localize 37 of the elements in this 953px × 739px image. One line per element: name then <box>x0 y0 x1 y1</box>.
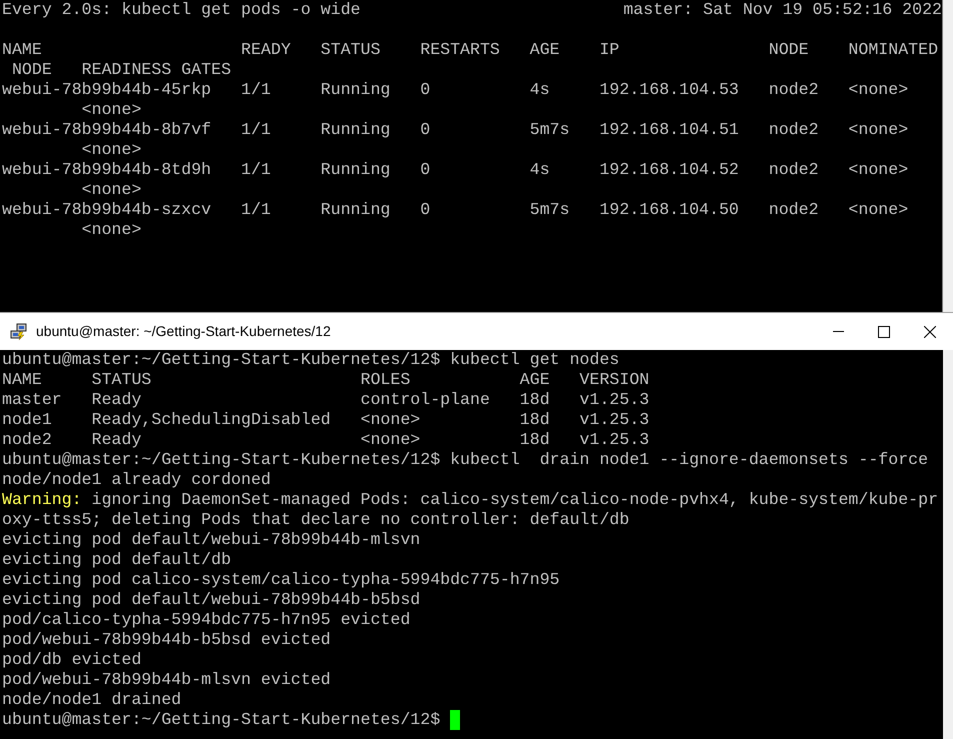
window-title: ubuntu@master: ~/Getting-Start-Kubernetes/12 <box>36 322 331 341</box>
terminal-line: evicting pod default/webui-78b99b44b-b5bsd <box>2 590 420 610</box>
terminal-line: pod/db evicted <box>2 650 142 670</box>
terminal-line: webui-78b99b44b-8td9h 1/1 Running 0 4s 192.168.104.52 node2 <none> <box>2 160 908 180</box>
terminal-line: pod/calico-typha-5994bdc775-h7n95 evicted <box>2 610 410 630</box>
terminal-line: Warning: ignoring DaemonSet-managed Pods: calico-system/calico-node-pvhx4, kube-system/kube-pr <box>2 490 938 510</box>
minimize-icon <box>832 331 844 332</box>
terminal-line: evicting pod default/db <box>2 550 232 570</box>
terminal-line: evicting pod calico-system/calico-typha-5994bdc775-h7n95 <box>2 570 560 590</box>
terminal-line: node/node1 drained <box>2 690 182 710</box>
terminal-line: pod/webui-78b99b44b-mlsvn evicted <box>2 670 331 690</box>
terminal-line: <none> <box>80 140 142 160</box>
maximize-icon <box>878 326 890 338</box>
terminal-line: <none> <box>80 180 142 200</box>
terminal-prompt: ubuntu@master:~/Getting-Start-Kubernetes/12$ <box>2 710 440 730</box>
terminal-line: <none> <box>80 100 142 120</box>
terminal-line: master Ready control-plane 18d v1.25.3 <box>2 390 650 410</box>
computers-icon <box>10 322 28 340</box>
terminal-line: webui-78b99b44b-8b7vf 1/1 Running 0 5m7s 192.168.104.51 node2 <none> <box>2 120 908 140</box>
terminal-line: <none> <box>80 220 142 240</box>
terminal-line: NAME STATUS ROLES AGE VERSION <box>2 370 650 390</box>
terminal-line: pod/webui-78b99b44b-b5bsd evicted <box>2 630 331 650</box>
terminal-line: master: Sat Nov 19 05:52:16 2022 <box>623 0 942 20</box>
terminal-line: webui-78b99b44b-szxcv 1/1 Running 0 5m7s 192.168.104.50 node2 <none> <box>2 200 908 220</box>
terminal-line: node2 Ready <none> 18d v1.25.3 <box>2 430 650 450</box>
terminal-line: node1 Ready,SchedulingDisabled <none> 18d v1.25.3 <box>2 410 650 430</box>
terminal-line: ubuntu@master:~/Getting-Start-Kubernetes/12$ kubectl get nodes <box>2 350 620 370</box>
terminal-line: evicting pod default/webui-78b99b44b-mlsvn <box>2 530 420 550</box>
terminal-line: webui-78b99b44b-45rkp 1/1 Running 0 4s 192.168.104.53 node2 <none> <box>2 80 908 100</box>
terminal-line: ubuntu@master:~/Getting-Start-Kubernetes/12$ kubectl drain node1 --ignore-daemonsets --force <box>2 450 928 470</box>
terminal-line: oxy-ttss5; deleting Pods that declare no controller: default/db <box>2 510 630 530</box>
terminal-line: Every 2.0s: kubectl get pods -o wide <box>2 0 360 20</box>
terminal-line: node/node1 already cordoned <box>2 470 271 490</box>
terminal-line: NODE READINESS GATES <box>10 60 232 80</box>
cursor <box>450 710 460 730</box>
close-icon <box>924 326 936 338</box>
terminal-line: NAME READY STATUS RESTARTS AGE IP NODE NOMINATED <box>2 40 938 60</box>
